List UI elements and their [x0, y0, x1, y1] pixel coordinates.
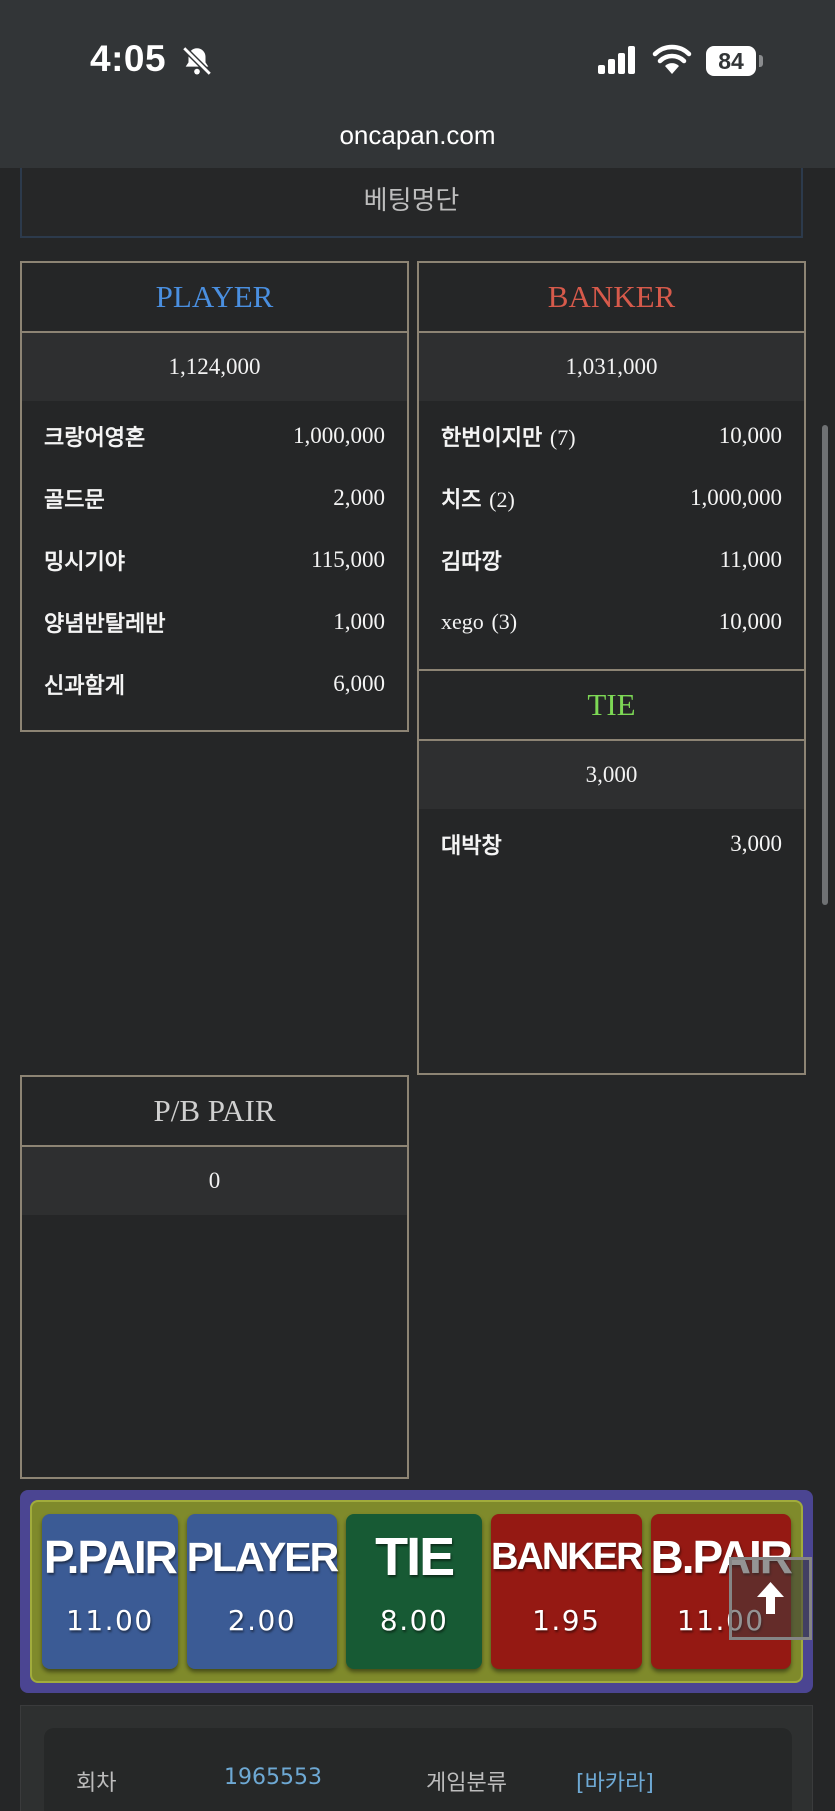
tie-panel-title: TIE	[419, 671, 804, 741]
tie-bet-button[interactable]: TIE 8.00	[346, 1514, 482, 1669]
bet-button-odds: 2.00	[227, 1604, 297, 1637]
pair-panel: P/B PAIR 0	[20, 1075, 409, 1479]
bet-row: 김따깡 11,000	[419, 529, 804, 591]
bet-button-odds: 8.00	[379, 1604, 449, 1637]
scroll-to-top-button[interactable]	[729, 1557, 812, 1640]
bet-button-odds: 11.00	[66, 1604, 154, 1637]
bet-amount: 10,000	[718, 423, 782, 448]
bet-amount: 10,000	[718, 609, 782, 634]
tie-panel: TIE 3,000 대박창 3,000	[417, 669, 806, 1075]
round-value: 1965553	[224, 1765, 322, 1790]
bet-button-label: TIE	[375, 1527, 455, 1587]
banker-panel-total: 1,031,000	[419, 333, 804, 401]
player-panel: PLAYER 1,124,000 크랑어영혼 1,000,000 골드문 2,0…	[20, 261, 409, 732]
bet-count: (3)	[491, 609, 518, 634]
player-panel-title: PLAYER	[22, 263, 407, 333]
bettor-name: 김따깡	[441, 550, 502, 575]
round-label: 회차	[76, 1771, 117, 1796]
bettor-name: 신과함게	[44, 674, 125, 699]
arrow-up-icon	[757, 1582, 784, 1614]
game-type-label: 게임분류	[426, 1771, 507, 1796]
bet-row: 치즈 (2) 1,000,000	[419, 467, 804, 529]
bet-row: 밍시기야 115,000	[22, 529, 407, 591]
banker-panel-title: BANKER	[419, 263, 804, 333]
bet-button-label: P.PAIR	[43, 1531, 178, 1583]
banker-bet-list: 한번이지만 (7) 10,000 치즈 (2) 1,000,000 김따깡 11…	[419, 401, 804, 653]
bet-amount: 1,000,000	[690, 485, 782, 510]
bell-slash-icon	[182, 46, 212, 76]
player-bet-list: 크랑어영혼 1,000,000 골드문 2,000 밍시기야 115,000 양…	[22, 401, 407, 715]
bet-amount: 2,000	[333, 485, 385, 510]
bet-amount: 3,000	[730, 831, 782, 856]
bet-amount: 6,000	[333, 671, 385, 696]
page-scrollbar[interactable]	[822, 425, 828, 905]
player-bet-button[interactable]: PLAYER 2.00	[186, 1514, 340, 1669]
pair-panel-title: P/B PAIR	[22, 1077, 407, 1147]
bet-row: 신과함게 6,000	[22, 653, 407, 715]
bettor-name: 밍시기야	[44, 550, 125, 575]
round-info-card	[44, 1728, 792, 1811]
bet-row: 크랑어영혼 1,000,000	[22, 405, 407, 467]
battery-icon: 84	[706, 46, 756, 76]
status-bar: 4:05 84 oncapan.com	[0, 0, 835, 168]
bettor-name: 크랑어영혼	[44, 426, 146, 451]
banker-panel: BANKER 1,031,000 한번이지만 (7) 10,000 치즈 (2)…	[417, 261, 806, 671]
bettor-name: 골드문	[44, 488, 105, 513]
bettor-name: 대박창	[441, 834, 502, 859]
pair-panel-total: 0	[22, 1147, 407, 1215]
bet-button-bar: P.PAIR 11.00 PLAYER 2.00 TIE 8.00 BANKER…	[20, 1490, 813, 1693]
bet-count: (7)	[549, 425, 576, 450]
tie-panel-total: 3,000	[419, 741, 804, 809]
bet-row: 한번이지만 (7) 10,000	[419, 405, 804, 467]
game-type-value: [바카라]	[576, 1771, 654, 1796]
bet-amount: 1,000,000	[293, 423, 385, 448]
bet-amount: 11,000	[719, 547, 782, 572]
bettor-name: 양념반탈레반	[44, 612, 166, 637]
bet-row: 양념반탈레반 1,000	[22, 591, 407, 653]
bet-row: 대박창 3,000	[419, 813, 804, 875]
p-pair-bet-button[interactable]: P.PAIR 11.00	[42, 1514, 178, 1669]
bet-amount: 1,000	[333, 609, 385, 634]
address-bar-url[interactable]: oncapan.com	[0, 120, 835, 151]
wifi-icon	[652, 44, 692, 74]
bet-button-label: BANKER	[490, 1536, 644, 1578]
banker-bet-button[interactable]: BANKER 1.95	[490, 1514, 644, 1669]
battery-nub	[759, 55, 763, 67]
bet-button-tray: P.PAIR 11.00 PLAYER 2.00 TIE 8.00 BANKER…	[30, 1500, 803, 1683]
bet-button-odds: 1.95	[532, 1604, 601, 1637]
betting-list-title: 베팅명단	[20, 168, 803, 238]
bettor-name: 한번이지만 (7)	[441, 425, 576, 451]
bettor-name: xego (3)	[441, 609, 518, 634]
status-time: 4:05	[90, 38, 167, 79]
cellular-signal-icon	[598, 46, 638, 74]
tie-bet-list: 대박창 3,000	[419, 809, 804, 875]
bet-count: (2)	[489, 487, 515, 512]
bet-row: 골드문 2,000	[22, 467, 407, 529]
player-panel-total: 1,124,000	[22, 333, 407, 401]
bettor-name: 치즈 (2)	[441, 487, 515, 513]
bet-button-label: PLAYER	[186, 1534, 340, 1580]
bet-row: xego (3) 10,000	[419, 591, 804, 653]
bet-amount: 115,000	[311, 547, 385, 572]
